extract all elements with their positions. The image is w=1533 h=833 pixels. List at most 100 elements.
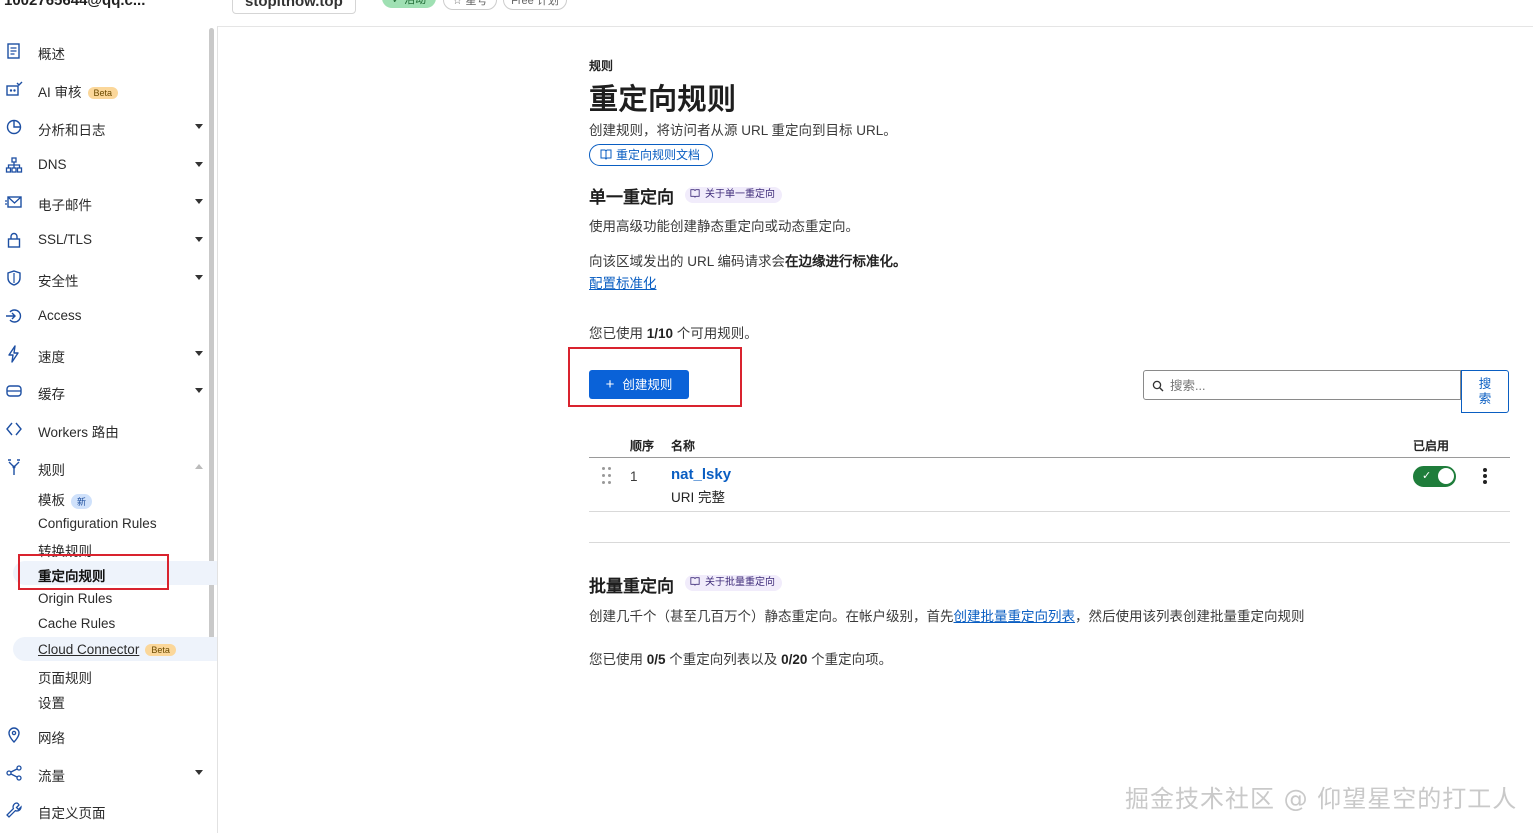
bulk-desc-prefix: 创建几千个（甚至几百万个）静态重定向。在帐户级别，首先	[589, 609, 954, 624]
sidebar-item-label: Workers 路由	[38, 425, 119, 440]
bulk-usage-prefix: 您已使用	[589, 652, 647, 667]
sidebar-item-rules[interactable]: 规则	[0, 455, 208, 479]
chevron-down-icon	[195, 162, 203, 167]
toggle-knob	[1438, 468, 1454, 484]
watermark: 掘金技术社区 @ 仰望星空的打工人	[1125, 785, 1518, 813]
book-icon	[690, 189, 700, 198]
sidebar-subitem-configuration-rules[interactable]: Configuration Rules	[38, 516, 157, 531]
page-title: 重定向规则	[589, 84, 737, 116]
section-divider	[589, 542, 1510, 543]
single-redirect-description: 使用高级功能创建静态重定向或动态重定向。	[589, 219, 859, 234]
column-header-name[interactable]: 名称	[671, 437, 695, 454]
sidebar-item-label: 自定义页面	[38, 806, 106, 821]
access-icon	[6, 309, 22, 323]
chevron-down-icon	[195, 770, 203, 775]
about-single-redirect-link[interactable]: 关于单一重定向	[685, 187, 782, 203]
normalization-note-bold: 在边缘进行标准化。	[785, 254, 907, 269]
check-icon: ✓	[1422, 470, 1432, 482]
sidebar-item-access[interactable]: Access	[0, 304, 208, 328]
search-input[interactable]	[1168, 376, 1452, 396]
table-row-divider	[589, 511, 1510, 512]
location-pin-icon	[8, 727, 20, 743]
sidebar-item-custom-pages[interactable]: 自定义页面	[0, 798, 208, 822]
sidebar-subitem-page-rules[interactable]: 页面规则	[38, 667, 92, 687]
bulk-redirect-heading: 批量重定向	[589, 577, 674, 596]
sidebar-scrollbar[interactable]	[209, 28, 214, 650]
shield-icon	[7, 270, 21, 286]
sidebar-item-email[interactable]: 电子邮件	[0, 190, 208, 214]
page-description: 创建规则，将访问者从源 URL 重定向到目标 URL。	[589, 123, 897, 138]
beta-badge: Beta	[87, 87, 119, 100]
column-header-order[interactable]: 顺序	[630, 437, 654, 454]
search-button[interactable]: 搜索	[1461, 370, 1509, 413]
sidebar-item-ssl-tls[interactable]: SSL/TLS	[0, 228, 208, 252]
sidebar-subitem-templates[interactable]: 模板新	[38, 489, 93, 509]
create-bulk-list-link[interactable]: 创建批量重定向列表	[954, 609, 1076, 624]
zone-status-badge: ✓ 活动	[382, 0, 436, 8]
star-zone-button[interactable]: ☆ 星号	[443, 0, 497, 10]
sidebar-item-dns[interactable]: DNS	[0, 153, 208, 177]
sidebar-item-label: 速度	[38, 350, 65, 365]
sidebar-item-label: 规则	[38, 463, 65, 478]
sidebar-subitem-label: 模板	[38, 493, 65, 508]
rule-usage-text: 您已使用 1/10 个可用规则。	[589, 322, 758, 342]
sidebar-item-security[interactable]: 安全性	[0, 266, 208, 290]
sidebar-item-label: 分析和日志	[38, 123, 106, 138]
new-badge: 新	[71, 493, 93, 509]
sidebar-subitem-origin-rules[interactable]: Origin Rules	[38, 591, 112, 606]
search-icon	[1152, 380, 1164, 392]
sidebar-item-traffic[interactable]: 流量	[0, 761, 208, 785]
sidebar-item-label: 流量	[38, 769, 65, 784]
drag-handle-icon[interactable]	[602, 467, 614, 487]
sidebar-item-label: AI 审核 Beta	[38, 81, 119, 101]
rules-fork-icon	[8, 459, 20, 475]
wrench-icon	[6, 802, 22, 818]
redirect-docs-link[interactable]: 重定向规则文档	[589, 144, 714, 166]
sidebar-item-speed[interactable]: 速度	[0, 342, 208, 366]
sidebar-item-text: AI 审核	[38, 85, 82, 100]
main-content: 规则 重定向规则 创建规则，将访问者从源 URL 重定向到目标 URL。 重定向…	[218, 27, 1533, 833]
sidebar-item-label: 电子邮件	[38, 198, 92, 213]
zone-selector[interactable]: stopitnow.top	[232, 0, 356, 14]
configure-normalization-link[interactable]: 配置标准化	[589, 272, 657, 292]
sidebar-item-label: DNS	[38, 157, 67, 172]
bulk-usage-text: 您已使用 0/5 个重定向列表以及 0/20 个重定向项。	[589, 648, 892, 668]
rule-search-field[interactable]	[1143, 370, 1461, 400]
about-bulk-redirect-link[interactable]: 关于批量重定向	[685, 575, 782, 591]
sidebar-subitem-cloud-connector[interactable]: Cloud Connector Beta	[38, 642, 176, 657]
sidebar-subitem-settings[interactable]: 设置	[38, 692, 65, 712]
bulk-desc-suffix: ，然后使用该列表创建批量重定向规则	[1075, 609, 1305, 624]
rule-enabled-toggle[interactable]: ✓	[1413, 466, 1456, 487]
breadcrumb-rules[interactable]: 规则	[589, 57, 613, 74]
search-button-label: 搜索	[1478, 377, 1492, 406]
plan-badge[interactable]: Free 计划	[503, 0, 567, 10]
sidebar-item-network[interactable]: 网络	[0, 723, 208, 747]
highlight-box-create-rule	[568, 347, 742, 407]
account-switcher[interactable]: 1002765644@qq.c...	[4, 0, 145, 9]
book-icon	[600, 149, 612, 160]
column-header-enabled[interactable]: 已启用	[1413, 437, 1449, 454]
more-options-icon[interactable]	[1481, 468, 1489, 486]
sidebar: 概述 AI 审核 Beta 分析和日志 DNS 电子邮件 SSL/TLS 安全性 …	[0, 26, 218, 833]
bulk-item-usage-value: 0/20	[781, 652, 808, 667]
about-single-redirect-label: 关于单一重定向	[705, 189, 775, 200]
envelope-icon	[5, 196, 22, 208]
sidebar-item-label: 安全性	[38, 274, 79, 289]
rule-name-link[interactable]: nat_lsky	[671, 466, 731, 483]
about-bulk-redirect-label: 关于批量重定向	[705, 577, 775, 588]
sidebar-item-overview[interactable]: 概述	[0, 39, 208, 63]
sidebar-item-label: 概述	[38, 47, 65, 62]
sidebar-item-cache[interactable]: 缓存	[0, 379, 208, 403]
chevron-down-icon	[195, 199, 203, 204]
chevron-up-icon	[195, 464, 203, 469]
sidebar-item-analytics[interactable]: 分析和日志	[0, 115, 208, 139]
account-label: 1002765644@qq.c...	[4, 0, 146, 9]
sidebar-item-ai-audit[interactable]: AI 审核 Beta	[0, 77, 208, 101]
top-bar: 1002765644@qq.c... stopitnow.top ✓ 活动 ☆ …	[0, 0, 1533, 27]
ai-crawl-icon	[6, 81, 23, 96]
sidebar-subitem-cache-rules[interactable]: Cache Rules	[38, 616, 115, 631]
sidebar-item-workers-routes[interactable]: Workers 路由	[0, 417, 208, 441]
single-redirect-heading: 单一重定向	[589, 188, 674, 207]
sidebar-item-label: 网络	[38, 731, 65, 746]
rule-usage-suffix: 个可用规则。	[673, 326, 758, 341]
